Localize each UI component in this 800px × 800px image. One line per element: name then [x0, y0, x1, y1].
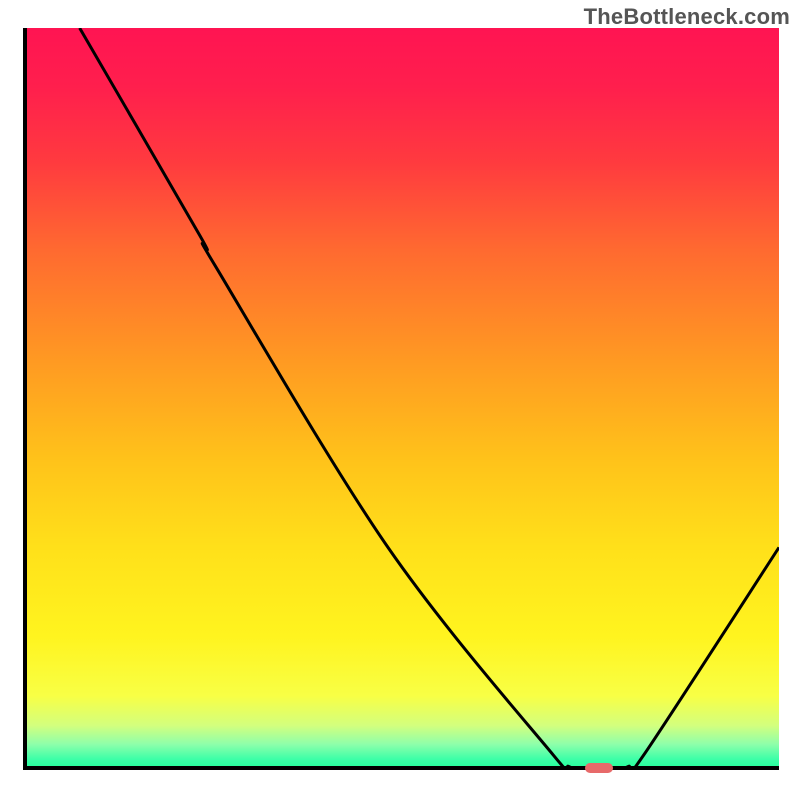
x-axis-line	[23, 766, 779, 770]
gradient-fill	[27, 28, 779, 770]
chart-canvas	[27, 28, 779, 770]
bottleneck-marker	[585, 763, 613, 773]
y-axis-line	[23, 28, 27, 770]
watermark-text: TheBottleneck.com	[584, 4, 790, 30]
chart-frame: TheBottleneck.com	[0, 0, 800, 800]
